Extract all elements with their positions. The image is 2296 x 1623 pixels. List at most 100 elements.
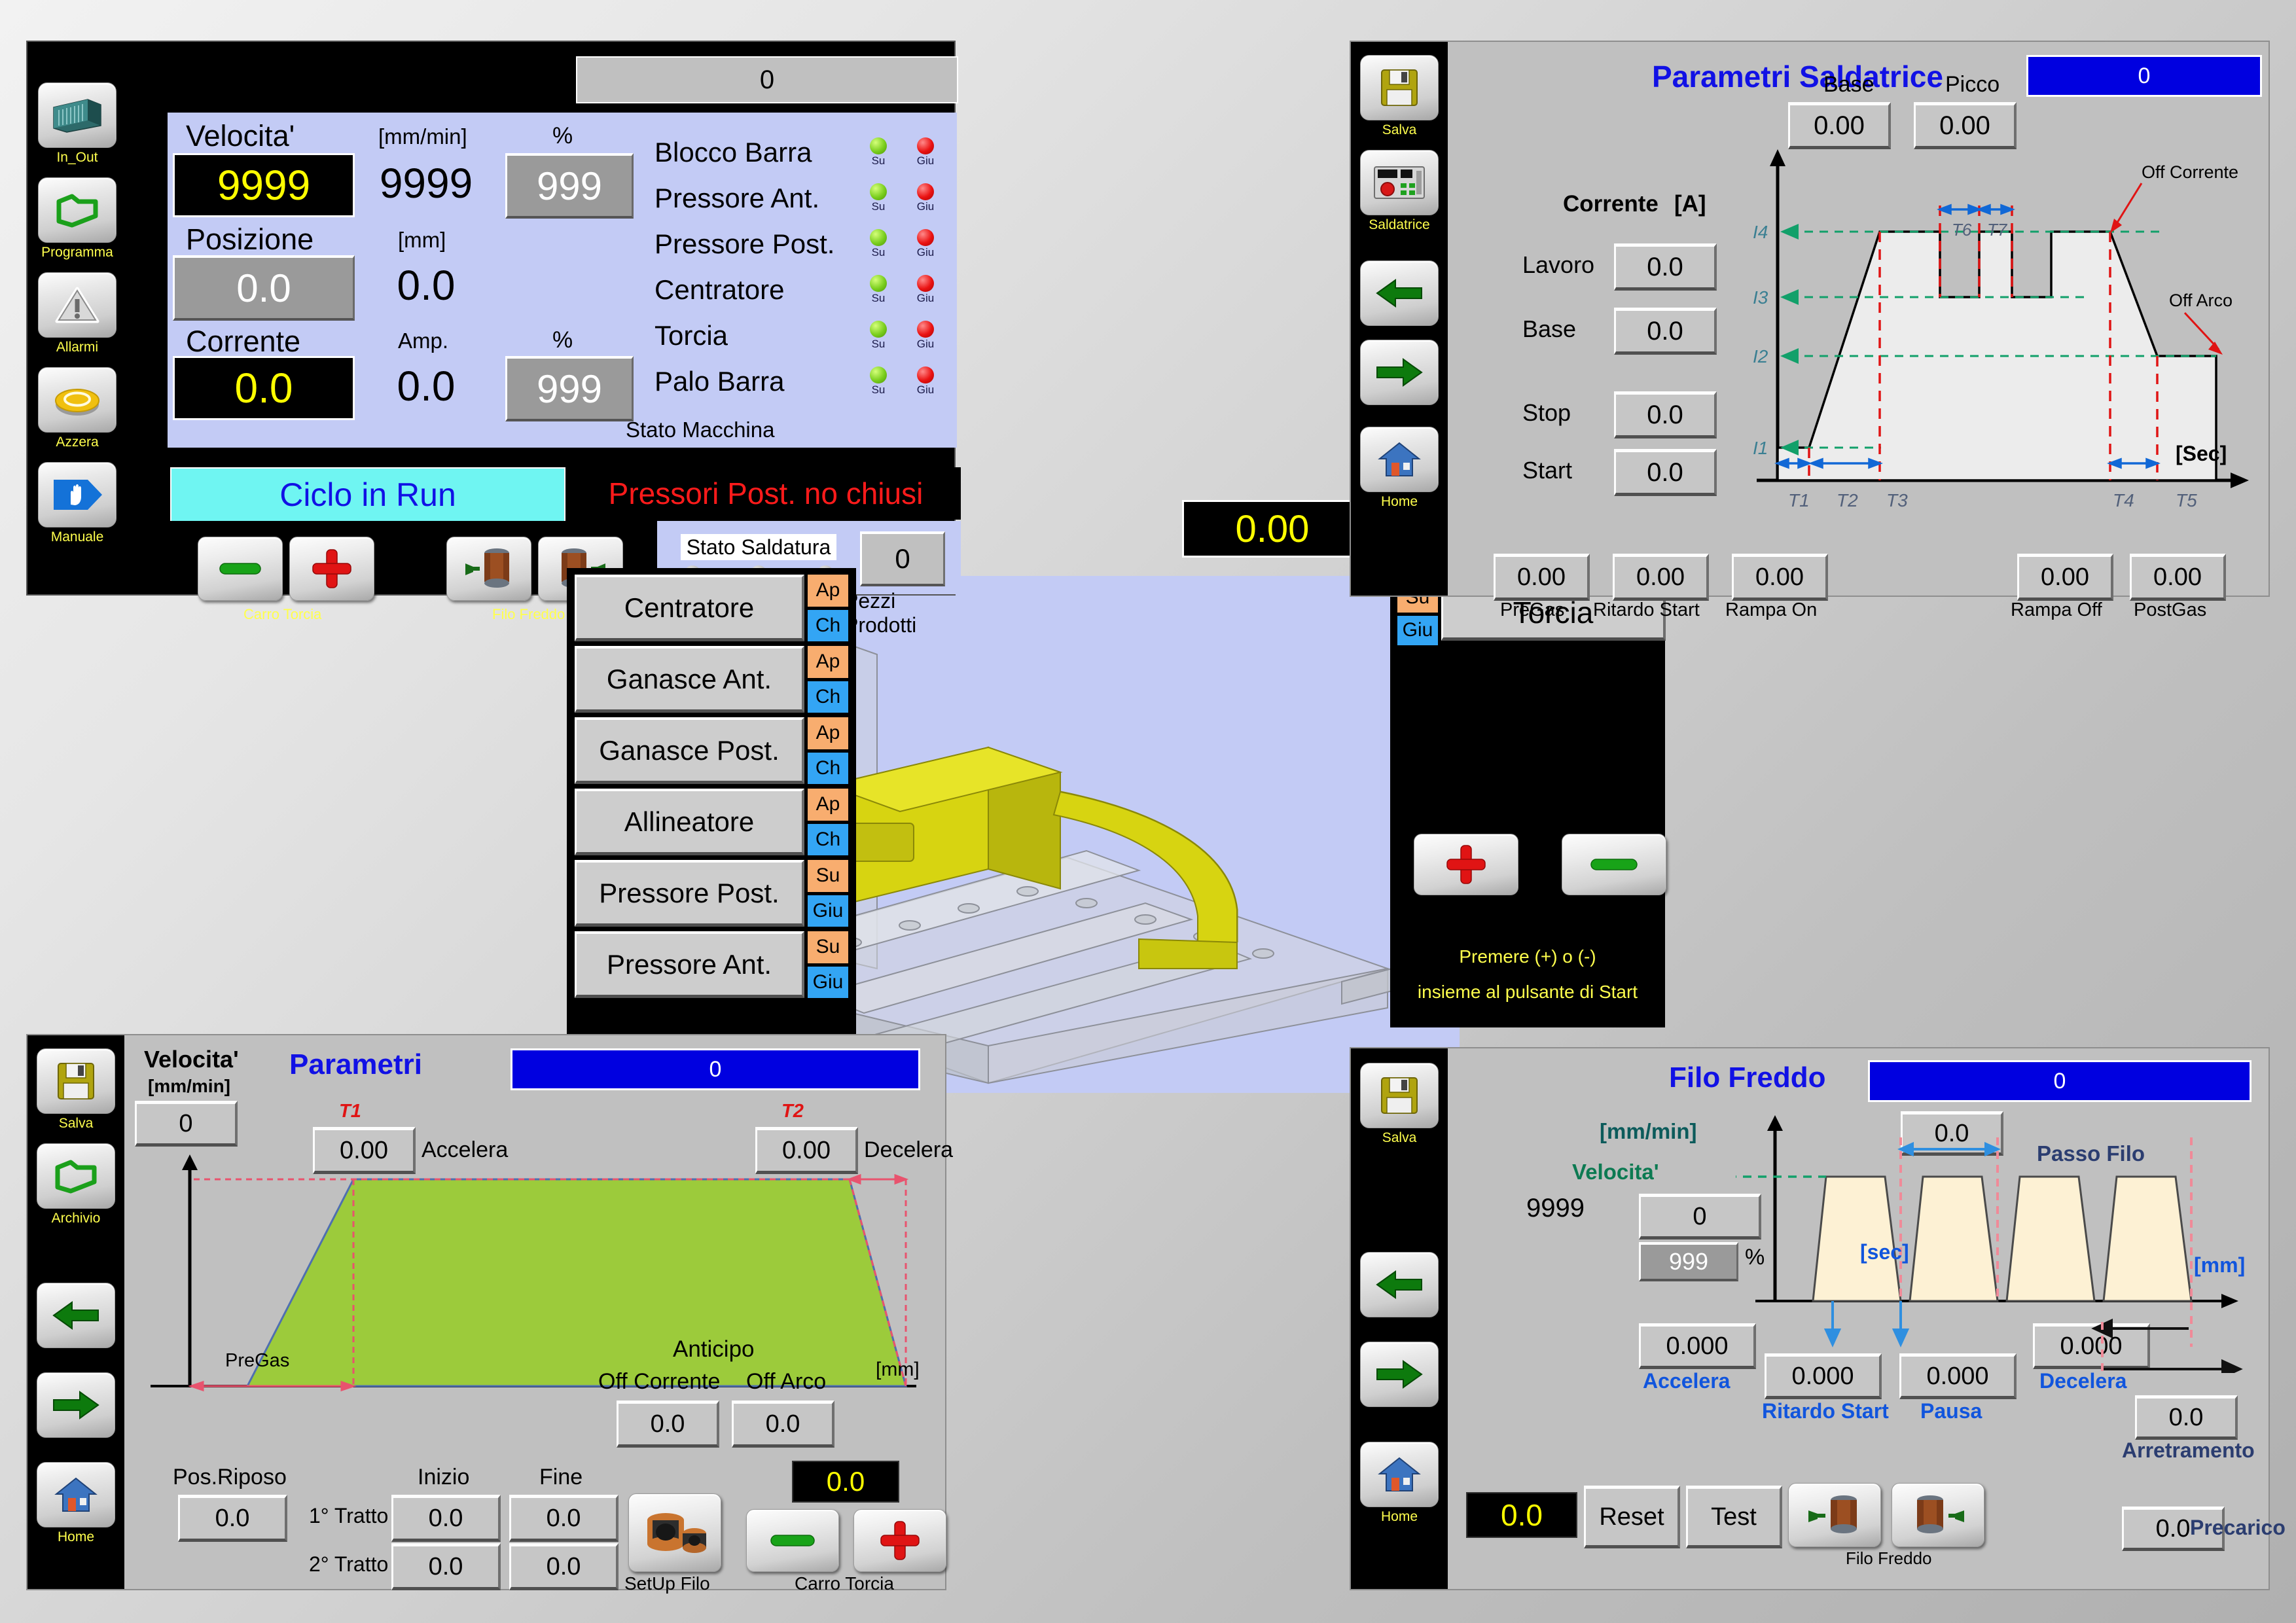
filo-retract-button[interactable] xyxy=(1788,1483,1881,1547)
mechanism-up-button[interactable]: Su xyxy=(808,931,848,963)
sidebar-item-home[interactable] xyxy=(1360,1442,1439,1507)
filo-group-label: Filo Freddo xyxy=(1846,1548,1932,1569)
sidebar-label-salva: Salva xyxy=(1382,1130,1417,1146)
wire-feed-chart: [sec] [mm] xyxy=(1736,1111,2259,1373)
mechanism-close-button[interactable]: Ch xyxy=(808,824,848,856)
mechanism-name[interactable]: Centratore xyxy=(575,575,804,641)
sidebar-item-prev[interactable] xyxy=(1360,260,1439,326)
carro-torcia-plus-button[interactable] xyxy=(853,1509,946,1572)
torcia-plus-button[interactable] xyxy=(1414,834,1518,895)
sidebar-item-allarmi[interactable] xyxy=(38,272,117,338)
sidebar-item-programma[interactable] xyxy=(38,177,117,243)
mechanism-down-button[interactable]: Giu xyxy=(808,895,848,927)
annotation-off-corrente: Off Corrente xyxy=(2142,162,2238,182)
setup-filo-label: SetUp Filo xyxy=(624,1573,710,1594)
corrente-setpoint-lcd[interactable]: 0.0 xyxy=(173,356,355,420)
filo-advance-button[interactable] xyxy=(1892,1483,1984,1547)
sidebar-item-prev[interactable] xyxy=(37,1283,115,1348)
sidebar-item-manuale[interactable] xyxy=(38,462,117,527)
filo-sidebar: Salva Home xyxy=(1351,1048,1448,1589)
sidebar-item-salva[interactable] xyxy=(1360,55,1439,120)
mechanism-name[interactable]: Ganasce Post. xyxy=(575,717,804,784)
mechanism-name[interactable]: Pressore Post. xyxy=(575,860,804,927)
mechanism-close-button[interactable]: Ch xyxy=(808,681,848,713)
mechanism-close-button[interactable]: Ch xyxy=(808,753,848,785)
mechanism-up-button[interactable]: Su xyxy=(808,860,848,892)
mechanism-name[interactable]: Ganasce Ant. xyxy=(575,646,804,713)
filo-freddo-retract-button[interactable] xyxy=(446,537,531,601)
mechanism-open-button[interactable]: Ap xyxy=(808,646,848,678)
mechanism-open-button[interactable]: Ap xyxy=(808,789,848,821)
setup-filo-button[interactable] xyxy=(628,1493,721,1572)
sidebar-item-azzera[interactable] xyxy=(38,367,117,433)
mechanism-open-button[interactable]: Ap xyxy=(808,575,848,607)
indicator-led-up xyxy=(870,321,887,338)
wire-spool-left-icon xyxy=(1801,1491,1869,1539)
sidebar-item-next[interactable] xyxy=(1360,1342,1439,1407)
mechanism-close-button[interactable]: Ch xyxy=(808,610,848,642)
arrow-right-icon xyxy=(50,1387,102,1423)
test-button[interactable]: Test xyxy=(1686,1486,1782,1548)
field-off-arco[interactable]: 0.0 xyxy=(732,1400,834,1448)
sidebar-item-next[interactable] xyxy=(1360,340,1439,405)
field-tratto-2-fine[interactable]: 0.0 xyxy=(509,1543,619,1590)
field-rampa-on[interactable]: 0.00 xyxy=(1732,554,1828,601)
sidebar-item-saldatrice[interactable] xyxy=(1360,150,1439,215)
label-filo-pausa: Pausa xyxy=(1920,1399,1982,1423)
field-pregas[interactable]: 0.00 xyxy=(1494,554,1590,601)
carro-torcia-group-label: Carro Torcia xyxy=(795,1573,894,1594)
field-value-start[interactable]: 0.0 xyxy=(1614,449,1717,496)
sidebar-item-home[interactable] xyxy=(1360,427,1439,492)
torcia-minus-button[interactable] xyxy=(1562,834,1666,895)
field-tratto-2-inizio[interactable]: 0.0 xyxy=(391,1543,501,1590)
pezzi-prodotti-value: 0 xyxy=(860,531,945,586)
indicator-led-down xyxy=(917,275,934,292)
field-velocita[interactable]: 0 xyxy=(135,1101,238,1147)
sidebar-item-in-out[interactable] xyxy=(38,82,117,148)
mechanism-name[interactable]: Pressore Ant. xyxy=(575,931,804,998)
home-icon xyxy=(1377,1454,1422,1495)
corrente-percent[interactable]: 999 xyxy=(505,356,634,421)
velocita-setpoint-lcd[interactable]: 9999 xyxy=(173,153,355,217)
sidebar-item-prev[interactable] xyxy=(1360,1252,1439,1317)
label-filo-ritardo-start: Ritardo Start xyxy=(1762,1399,1889,1423)
table-row: Ganasce Ant. Ap Ch xyxy=(575,646,848,713)
filo-title: Filo Freddo xyxy=(1669,1061,1826,1094)
reset-button[interactable]: Reset xyxy=(1584,1486,1680,1548)
torcia-down-button[interactable]: Giu xyxy=(1397,616,1438,646)
mechanism-open-button[interactable]: Ap xyxy=(808,717,848,749)
field-value-stop[interactable]: 0.0 xyxy=(1614,391,1717,438)
sidebar-item-salva[interactable] xyxy=(1360,1063,1439,1128)
field-value-base[interactable]: 0.0 xyxy=(1614,308,1717,355)
sidebar-item-archivio[interactable] xyxy=(37,1143,115,1209)
minus-icon xyxy=(219,560,262,577)
field-tratto-1-inizio[interactable]: 0.0 xyxy=(391,1495,501,1542)
tick-T1: T1 xyxy=(339,1101,361,1122)
sidebar-item-salva[interactable] xyxy=(37,1048,115,1114)
carro-torcia-plus-button[interactable] xyxy=(289,537,374,601)
field-filo-arretramento[interactable]: 0.0 xyxy=(2135,1395,2238,1440)
field-ritardo-start[interactable]: 0.00 xyxy=(1613,554,1709,601)
sidebar-item-home[interactable] xyxy=(37,1462,115,1527)
field-off-corrente[interactable]: 0.0 xyxy=(617,1400,719,1448)
status-header-value: 0 xyxy=(576,56,958,103)
mechanism-name[interactable]: Allineatore xyxy=(575,789,804,855)
field-rampa-off[interactable]: 0.00 xyxy=(2017,554,2113,601)
mechanism-down-button[interactable]: Giu xyxy=(808,967,848,999)
field-value-lavoro[interactable]: 0.0 xyxy=(1614,243,1717,291)
velocita-percent[interactable]: 999 xyxy=(505,153,634,219)
indicator-list: Blocco Barra Su Giu Pressore Ant. Su xyxy=(655,130,949,404)
field-postgas[interactable]: 0.00 xyxy=(2130,554,2226,601)
posizione-value[interactable]: 0.0 xyxy=(173,255,355,321)
status-panel: In_Out Programma Allarmi Azzera xyxy=(26,41,956,596)
carro-torcia-minus-button[interactable] xyxy=(198,537,283,601)
alarm-status-banner: Pressori Post. no chiusi xyxy=(571,467,961,520)
field-filo-percent[interactable]: 999 xyxy=(1639,1242,1738,1281)
filo-freddo-group-label: Filo Freddo xyxy=(492,606,565,623)
velocita-actual: 9999 xyxy=(364,152,488,215)
sidebar-item-next[interactable] xyxy=(37,1372,115,1438)
field-tratto-1-fine[interactable]: 0.0 xyxy=(509,1495,619,1542)
carro-torcia-minus-button[interactable] xyxy=(746,1509,839,1572)
field-pos-riposo[interactable]: 0.0 xyxy=(178,1495,287,1542)
field-label-stop: Stop xyxy=(1522,399,1571,427)
